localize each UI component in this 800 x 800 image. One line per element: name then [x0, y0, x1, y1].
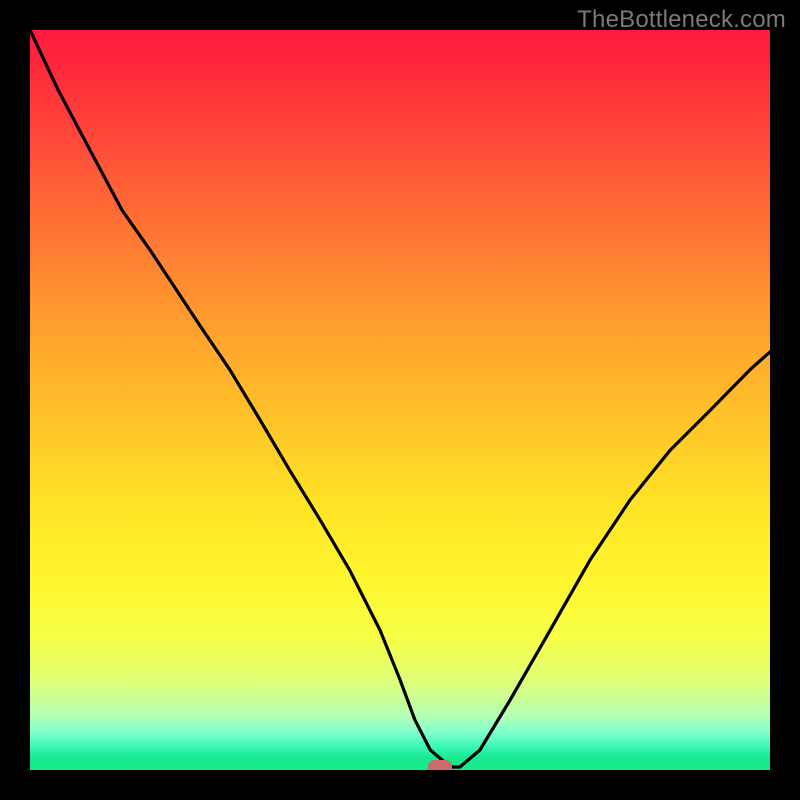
- curve-path: [30, 30, 770, 767]
- chart-frame: TheBottleneck.com: [0, 0, 800, 800]
- optimum-marker: [428, 760, 452, 770]
- watermark-text: TheBottleneck.com: [577, 6, 786, 34]
- bottleneck-curve: [30, 30, 770, 770]
- plot-area: [30, 30, 770, 770]
